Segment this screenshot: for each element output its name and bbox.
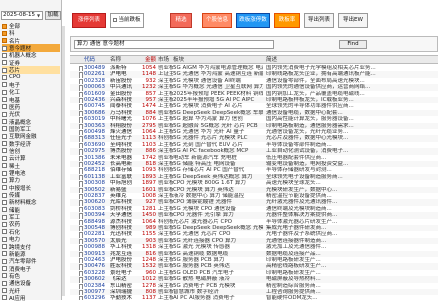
sidebar-item-label: AI应用 bbox=[9, 295, 26, 302]
table-header: 代码 名称 金额 市场 板块 简述 bbox=[70, 56, 438, 64]
stock-table: 代码 名称 金额 市场 板块 简述 300489 派斯特 1054 创业板 5G AIG… bbox=[70, 55, 438, 300]
checkbox[interactable] bbox=[2, 67, 7, 73]
checkbox[interactable] bbox=[2, 60, 7, 66]
checkbox[interactable] bbox=[2, 214, 7, 220]
limit-count-button[interactable]: 跌板涨停数 bbox=[236, 13, 270, 28]
stock-info-button[interactable]: 个股信息 bbox=[202, 13, 232, 28]
current-limit-down-checkbox[interactable]: 当前跌板 bbox=[110, 13, 144, 28]
checkbox[interactable] bbox=[2, 82, 7, 88]
checkbox[interactable] bbox=[2, 23, 7, 29]
checkbox[interactable] bbox=[2, 104, 7, 110]
cell-code: 603296 bbox=[84, 295, 105, 300]
checkbox[interactable] bbox=[2, 288, 7, 294]
checkbox[interactable] bbox=[2, 155, 7, 161]
checkbox-label: 当前跌板 bbox=[118, 17, 141, 23]
checkbox[interactable] bbox=[2, 229, 7, 235]
checkbox[interactable] bbox=[2, 163, 7, 169]
load-button[interactable]: 加载 bbox=[45, 11, 61, 20]
checkbox[interactable] bbox=[79, 296, 83, 300]
checkbox[interactable] bbox=[2, 52, 7, 58]
cell-name: 华勤技术 bbox=[110, 295, 133, 300]
sidebar: 2025-08-15 ▼ 加载 全部科名片 意今题材 机器人概念 证券 芯片 CPO 电子化… bbox=[0, 0, 62, 302]
checkbox[interactable] bbox=[2, 266, 7, 272]
cell-sector: AI PC AI服务器 消费电子 bbox=[173, 295, 235, 300]
checkbox[interactable] bbox=[2, 236, 7, 242]
chevron-down-icon[interactable]: ▼ bbox=[37, 13, 40, 18]
row-index bbox=[72, 295, 77, 300]
checkbox[interactable] bbox=[113, 17, 118, 22]
sidebar-item-label: CPO bbox=[9, 74, 21, 81]
header-name[interactable]: 名称 bbox=[110, 56, 136, 64]
checkbox[interactable] bbox=[2, 30, 7, 36]
filter-input[interactable]: 算力 通信 意今题材 bbox=[74, 40, 274, 49]
checkbox[interactable] bbox=[2, 119, 7, 125]
checkbox[interactable] bbox=[2, 177, 7, 183]
checkbox[interactable] bbox=[2, 258, 7, 264]
table-row[interactable]: 603296 华勤技术 1137 上主板 AI PC AI服务器 消费电子 智能硬件ODM… bbox=[70, 295, 438, 300]
checkbox[interactable] bbox=[2, 111, 7, 117]
checkbox[interactable] bbox=[2, 273, 7, 279]
checkbox[interactable] bbox=[2, 148, 7, 154]
checkbox[interactable] bbox=[2, 97, 7, 102]
sidebar-item[interactable]: AI应用 bbox=[2, 294, 60, 302]
export-ew-button[interactable]: 导出EW bbox=[338, 13, 368, 28]
header-summary[interactable]: 简述 bbox=[266, 56, 436, 64]
checkbox[interactable] bbox=[2, 207, 7, 213]
find-button[interactable]: Find bbox=[339, 40, 367, 49]
date-row: 2025-08-15 ▼ 加载 bbox=[1, 11, 61, 20]
checkbox[interactable] bbox=[2, 141, 7, 147]
sidebar-scrollbar[interactable] bbox=[62, 26, 65, 296]
export-list-button[interactable]: 导出列表 bbox=[304, 13, 334, 28]
header-index bbox=[72, 56, 77, 64]
limit-rate-button[interactable]: 跌板率 bbox=[274, 13, 300, 28]
checkbox[interactable] bbox=[2, 126, 7, 132]
filter-bar: 算力 通信 意今题材 Find bbox=[70, 36, 438, 52]
checkbox[interactable] bbox=[2, 133, 7, 139]
checkbox[interactable] bbox=[2, 170, 7, 176]
cell-amount: 1137 bbox=[142, 295, 156, 300]
header-code[interactable]: 代码 bbox=[84, 56, 110, 64]
checkbox[interactable] bbox=[2, 221, 7, 227]
checkbox[interactable] bbox=[2, 251, 7, 257]
cell-market: 上主板 bbox=[158, 295, 173, 300]
limit-up-list-button[interactable]: 涨停列表 bbox=[72, 13, 106, 28]
header-amount[interactable]: 金额 bbox=[136, 56, 156, 64]
checkbox[interactable] bbox=[2, 89, 7, 95]
toolbar: 涨停列表 当前跌板 精选 个股信息 跌板涨停数 跌板率 导出列表 导出EW bbox=[70, 13, 440, 29]
row-checkbox[interactable] bbox=[79, 295, 85, 300]
header-sector[interactable]: 板块 bbox=[173, 56, 263, 64]
checkbox[interactable] bbox=[2, 74, 7, 80]
header-market[interactable]: 市场 bbox=[158, 56, 173, 64]
checkbox[interactable] bbox=[2, 185, 7, 191]
checkbox[interactable] bbox=[2, 280, 7, 286]
checkbox[interactable] bbox=[2, 244, 7, 249]
cell-summary: 智能硬件ODM龙头... bbox=[266, 295, 318, 300]
checkbox[interactable] bbox=[2, 199, 7, 205]
checkbox[interactable] bbox=[2, 45, 7, 51]
featured-button[interactable]: 精选 bbox=[170, 13, 192, 28]
checkbox[interactable] bbox=[2, 38, 7, 44]
checkbox[interactable] bbox=[2, 192, 7, 198]
